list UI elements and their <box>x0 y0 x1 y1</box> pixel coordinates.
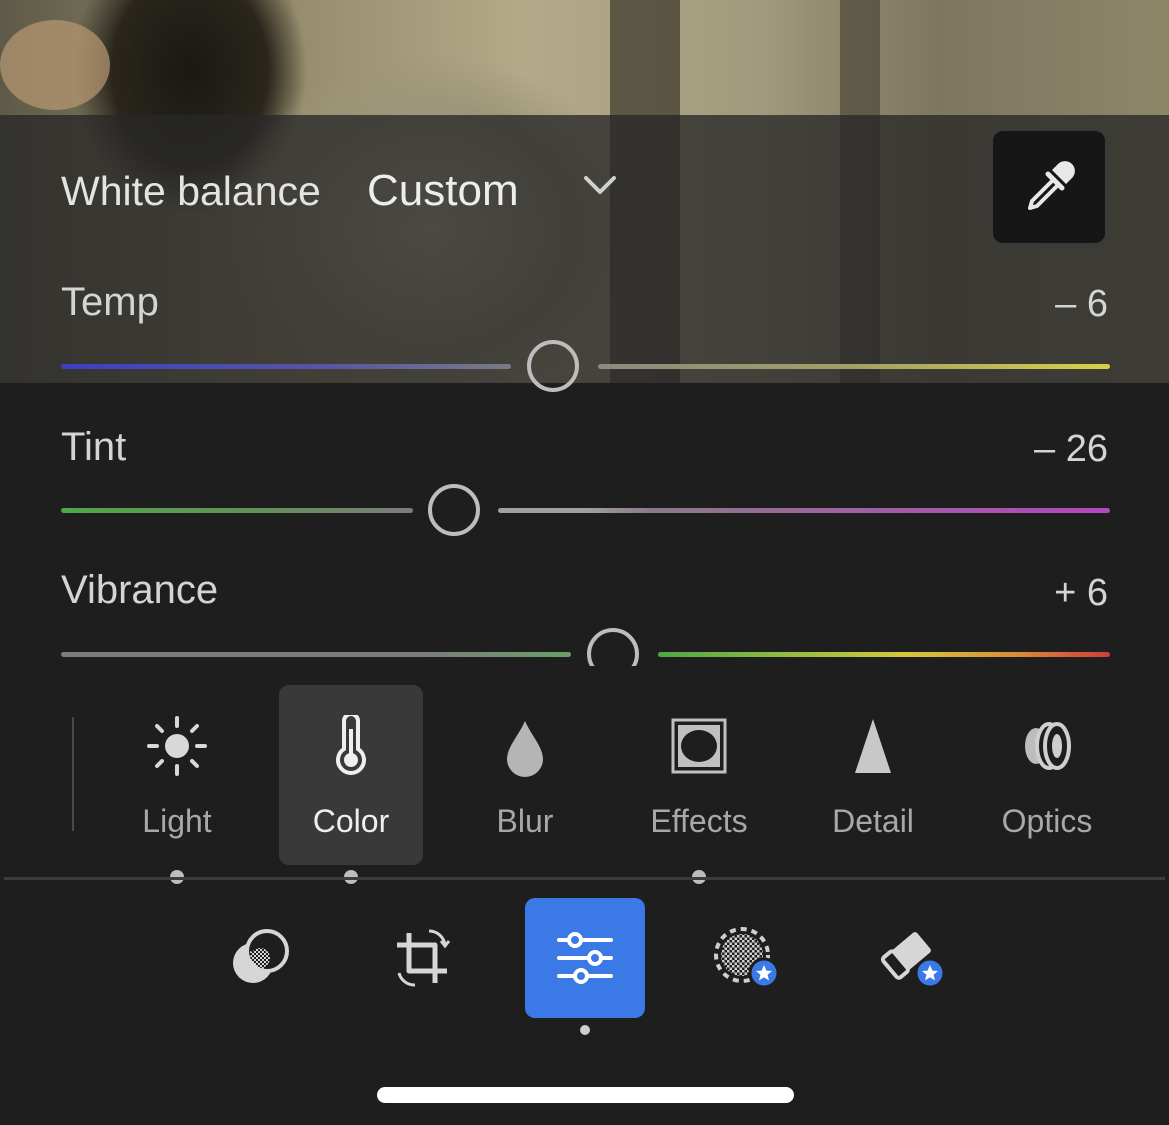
thermometer-icon <box>336 715 366 775</box>
tint-track-left[interactable] <box>61 508 413 513</box>
temp-track-right[interactable] <box>598 364 1110 369</box>
white-balance-label: White balance <box>61 168 321 214</box>
crop-icon <box>397 929 451 987</box>
tab-color-label: Color <box>312 803 390 839</box>
masking-premium-icon <box>714 927 780 989</box>
tab-light[interactable]: Light <box>105 685 249 865</box>
eyedropper-icon <box>1028 161 1075 210</box>
temp-value: – 6 <box>1055 283 1108 325</box>
edit-panel-tabs: Light Color Blur Effects Detail Optics <box>0 685 1169 865</box>
lens-icon <box>1025 722 1071 770</box>
home-indicator[interactable] <box>377 1087 794 1103</box>
tab-detail[interactable]: Detail <box>801 685 945 865</box>
vibrance-track-right[interactable] <box>658 652 1110 657</box>
tint-value: – 26 <box>1034 428 1108 470</box>
tab-effects-label: Effects <box>650 803 748 839</box>
vibrance-label: Vibrance <box>61 568 219 612</box>
active-tool-indicator <box>580 1025 590 1035</box>
sun-icon <box>147 716 207 776</box>
tab-blur-label: Blur <box>496 803 554 839</box>
tabs-separator <box>4 877 1165 880</box>
temp-label: Temp <box>61 280 159 324</box>
presets-icon <box>233 929 289 983</box>
eyedropper-button[interactable] <box>991 129 1107 245</box>
edit-button[interactable] <box>525 898 645 1018</box>
white-balance-dropdown[interactable]: Custom <box>367 166 519 216</box>
tint-track-right[interactable] <box>498 508 1110 513</box>
tab-optics[interactable]: Optics <box>975 685 1119 865</box>
tab-effects[interactable]: Effects <box>627 685 771 865</box>
masking-button[interactable] <box>687 898 807 1018</box>
tint-label: Tint <box>61 425 127 469</box>
vignette-icon <box>671 718 727 774</box>
healing-premium-icon <box>880 932 946 989</box>
tab-color[interactable]: Color <box>279 685 423 865</box>
healing-button[interactable] <box>851 898 971 1018</box>
edit-adjustments-icon <box>557 932 613 984</box>
tab-light-label: Light <box>142 803 212 839</box>
vibrance-value: + 6 <box>1054 572 1108 614</box>
vibrance-slider-thumb[interactable] <box>587 628 639 666</box>
tab-detail-label: Detail <box>832 803 914 839</box>
chevron-down-icon[interactable] <box>582 168 618 204</box>
temp-track-left[interactable] <box>61 364 511 369</box>
droplet-icon <box>507 721 543 777</box>
tint-slider-thumb[interactable] <box>428 484 480 536</box>
tabs-divider <box>72 717 74 831</box>
vibrance-thumb-clip <box>586 628 644 666</box>
presets-button[interactable] <box>201 898 321 1018</box>
tab-blur[interactable]: Blur <box>453 685 597 865</box>
triangle-icon <box>855 719 891 773</box>
vibrance-track-left[interactable] <box>61 652 571 657</box>
temp-slider-thumb[interactable] <box>527 340 579 392</box>
photo-arm <box>0 20 110 110</box>
tab-optics-label: Optics <box>1001 803 1093 839</box>
crop-button[interactable] <box>362 898 482 1018</box>
